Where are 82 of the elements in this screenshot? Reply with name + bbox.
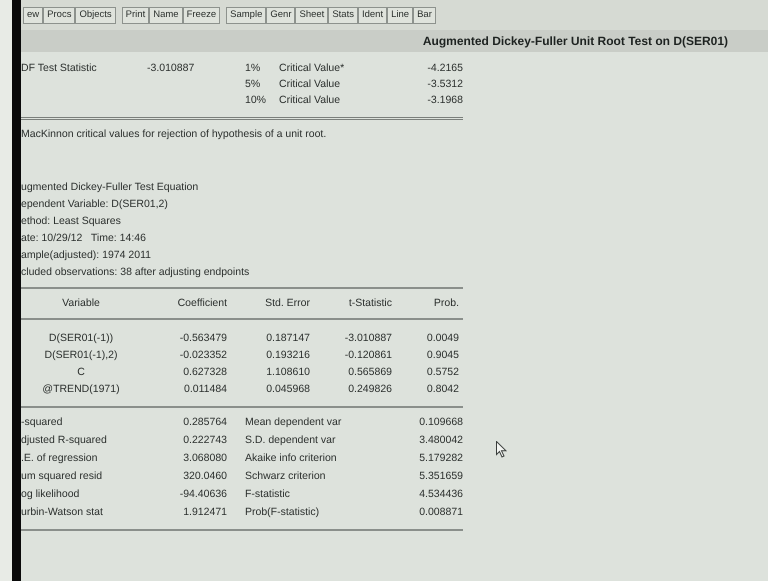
statistic-value: 0.109668 (419, 416, 463, 428)
toolbar-button[interactable]: Stats (328, 6, 358, 24)
column-header: Prob. (434, 297, 459, 309)
table-cell: C (77, 366, 85, 378)
statistic-value: 0.008871 (419, 506, 463, 518)
toolbar-button[interactable]: Print (122, 6, 150, 24)
column-header: t-Statistic (348, 297, 392, 309)
table-cell: D(SER01(-1),2) (44, 349, 118, 361)
toolbar-button[interactable]: Objects (75, 6, 116, 24)
statistic-value: 0.222743 (183, 434, 227, 446)
toolbar-button[interactable]: Name (149, 6, 183, 24)
statistic-value: -3.010887 (147, 62, 194, 74)
table-cell: 0.565869 (348, 366, 392, 378)
statistic-value: 5.351659 (419, 470, 463, 482)
mouse-pointer-icon (496, 441, 507, 458)
statistic-label: og likelihood (21, 488, 80, 500)
toolbar-button[interactable]: Procs (43, 6, 76, 24)
statistic-value: 4.534436 (419, 488, 463, 500)
toolbar-button[interactable]: ew (23, 6, 44, 24)
equation-info-text: ate: 10/29/12 Time: 14:46 (21, 232, 146, 244)
toolbar-button[interactable]: Ident (358, 6, 388, 24)
statistic-label: S.D. dependent var (245, 434, 336, 446)
equation-info-text: ethod: Least Squares (21, 215, 121, 227)
column-header: Coefficient (178, 297, 227, 309)
table-cell: 0.011484 (184, 383, 227, 395)
statistic-label: Prob(F-statistic) (245, 506, 320, 518)
table-cell: 0.5752 (426, 366, 459, 378)
table-cell: 0.9045 (426, 349, 459, 361)
table-cell: -0.023352 (180, 349, 227, 361)
statistic-label: -squared (21, 416, 62, 428)
significance-level: 5% (245, 78, 260, 90)
equation-info-text: ample(adjusted): 1974 2011 (21, 249, 151, 261)
statistic-label: F-statistic (245, 488, 290, 500)
table-cell: 0.0049 (426, 332, 459, 344)
statistic-label: DF Test Statistic (21, 62, 97, 74)
critical-value: -3.1968 (427, 94, 463, 106)
statistic-value: 5.179282 (419, 452, 463, 464)
table-cell: -0.120861 (344, 349, 392, 361)
toolbar-button[interactable]: Genr (266, 6, 296, 24)
table-cell: -3.010887 (344, 332, 392, 344)
equation-info-text: cluded observations: 38 after adjusting endpoints (21, 266, 250, 278)
critical-value-label: Critical Value* (279, 62, 344, 74)
statistic-value: 320.0460 (183, 470, 227, 482)
toolbar-button[interactable]: Freeze (182, 6, 220, 24)
table-cell: @TREND(1971) (42, 383, 120, 395)
significance-level: 1% (245, 62, 260, 74)
statistic-label: um squared resid (21, 470, 102, 482)
table-cell: D(SER01(-1)) (48, 332, 114, 344)
toolbar-button[interactable]: Sheet (295, 6, 328, 24)
statistic-value: 1.912471 (183, 506, 227, 518)
statistic-label: djusted R-squared (21, 434, 107, 446)
toolbar-button[interactable]: Line (387, 6, 414, 24)
table-cell: 0.8042 (426, 383, 459, 395)
critical-value-label: Critical Value (279, 94, 340, 106)
statistic-value: -94.40636 (180, 488, 227, 500)
table-cell: 1.108610 (266, 366, 310, 378)
critical-value: -3.5312 (427, 78, 463, 90)
equation-info-text: ependent Variable: D(SER01,2) (21, 198, 168, 210)
statistic-label: Mean dependent var (245, 416, 342, 428)
toolbar-button[interactable]: Bar (413, 6, 436, 24)
column-header: Std. Error (265, 297, 310, 309)
table-cell: 0.193216 (266, 349, 310, 361)
statistic-label: .E. of regression (21, 452, 98, 464)
table-cell: -0.563479 (180, 332, 227, 344)
table-cell: 0.187147 (266, 332, 310, 344)
table-cell: 0.249826 (348, 383, 392, 395)
toolbar-button[interactable]: Sample (226, 6, 266, 24)
equation-info-text: ugmented Dickey-Fuller Test Equation (21, 181, 198, 193)
critical-value-label: Critical Value (279, 78, 340, 90)
statistic-label: Schwarz criterion (245, 470, 326, 482)
table-cell: 0.627328 (183, 366, 227, 378)
statistic-value: 3.068080 (183, 452, 227, 464)
note-text: MacKinnon critical values for rejection of hypothesis of a unit root. (21, 128, 328, 141)
statistic-value: 0.285764 (183, 416, 227, 428)
statistic-value: 3.480042 (419, 434, 463, 446)
statistic-label: Akaike info criterion (245, 452, 337, 464)
window-title: Augmented Dickey-Fuller Unit Root Test on D(SER01) (422, 33, 728, 50)
table-cell: 0.045968 (266, 383, 310, 395)
critical-value: -4.2165 (427, 62, 463, 74)
statistic-label: urbin-Watson stat (21, 506, 103, 518)
column-header: Variable (62, 297, 100, 309)
significance-level: 10% (245, 94, 266, 106)
